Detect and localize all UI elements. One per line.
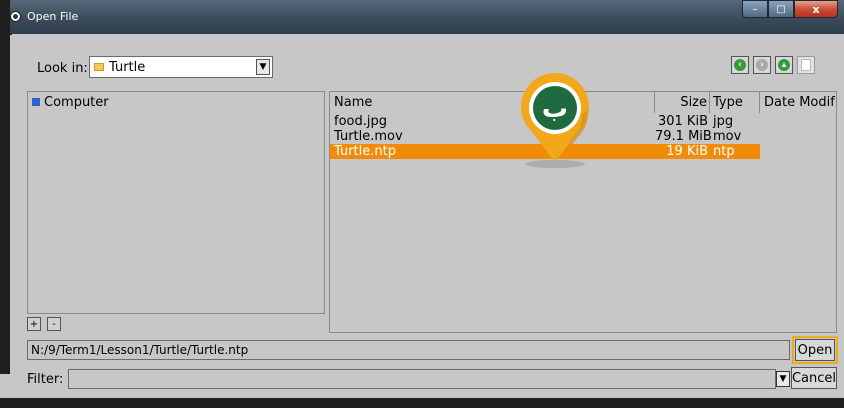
file-size: 301 KiB [657,114,708,129]
column-date-modified[interactable]: Date Modif [760,92,836,113]
places-sidebar[interactable]: Computer [27,91,325,314]
look-in-combobox[interactable]: Turtle ▼ [89,56,273,78]
column-type[interactable]: Type [710,92,760,113]
dialog-body: Look in: Turtle ▼ ‹ › ▴ Computer + - Nam… [12,34,844,398]
minimize-button[interactable]: – [742,0,768,18]
computer-icon [32,98,40,106]
close-icon: x [812,2,820,16]
window-title: Open File [27,10,79,23]
marker-glyph: ب [542,94,568,124]
file-name: Turtle.mov [334,129,403,144]
file-size: 79.1 MiB [655,129,712,144]
look-in-label: Look in: [37,61,88,76]
add-place-button[interactable]: + [27,317,41,331]
sidebar-item-label: Computer [44,95,109,110]
title-bar[interactable]: Open File – □ x [0,0,844,35]
up-icon: ▴ [778,59,790,71]
file-path-field[interactable]: N:/9/Term1/Lesson1/Turtle/Turtle.ntp [27,340,790,360]
open-button[interactable]: Open [792,336,838,364]
cancel-button[interactable]: Cancel [791,367,837,389]
maximize-button[interactable]: □ [768,0,794,18]
window-frame-left [0,0,10,374]
new-folder-icon [801,59,811,71]
new-folder-button[interactable] [797,56,815,74]
back-button[interactable]: ‹ [731,56,749,74]
forward-icon: › [756,59,768,71]
file-type: mov [713,129,742,144]
file-name: food.jpg [334,114,387,129]
file-type: ntp [713,144,735,159]
navigation-toolbar: ‹ › ▴ [731,56,815,74]
back-icon: ‹ [734,59,746,71]
column-size[interactable]: Size [655,92,710,113]
forward-button[interactable]: › [753,56,771,74]
window-frame-bottom [0,398,844,408]
filter-dropdown-icon[interactable]: ▼ [776,371,790,387]
folder-icon [94,63,104,71]
minimize-icon: – [752,3,758,15]
filter-label: Filter: [27,372,64,387]
app-icon [10,11,21,22]
file-name: Turtle.ntp [334,144,396,159]
maximize-icon: □ [776,3,786,15]
sidebar-item-computer[interactable]: Computer [32,95,109,110]
up-button[interactable]: ▴ [775,56,793,74]
open-file-dialog: Open File – □ x Look in: Turtle ▼ ‹ › ▴ [0,0,844,408]
filter-combobox[interactable] [68,369,776,389]
window-controls: – □ x [742,0,838,20]
file-path-value: N:/9/Term1/Lesson1/Turtle/Turtle.ntp [31,343,249,357]
column-name[interactable]: Name [330,92,655,113]
chevron-down-icon[interactable]: ▼ [256,59,270,75]
remove-place-button[interactable]: - [47,317,61,331]
file-size: 19 KiB [666,144,708,159]
annotation-marker-icon: ب [521,72,589,168]
close-button[interactable]: x [794,0,838,18]
file-type: jpg [713,114,734,129]
look-in-value: Turtle [109,60,146,75]
